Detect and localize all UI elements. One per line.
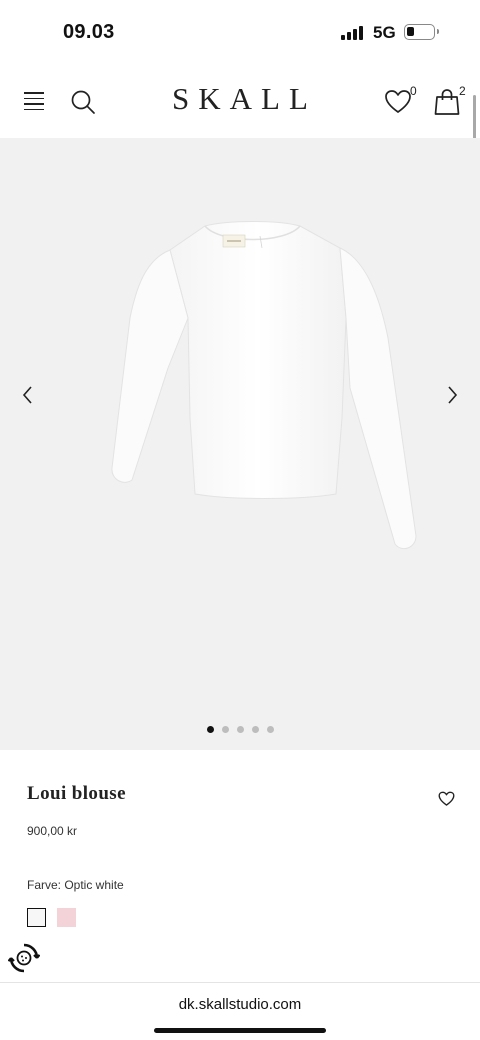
shopping-bag-icon[interactable] xyxy=(434,88,460,116)
status-time: 09.03 xyxy=(63,21,115,43)
cookie-consent-icon[interactable] xyxy=(8,942,40,974)
home-indicator[interactable] xyxy=(154,1028,326,1033)
gallery-dot[interactable] xyxy=(221,726,229,733)
product-price: 900,00 kr xyxy=(27,824,78,838)
wishlist-count: 0 xyxy=(410,84,417,98)
chevron-left-icon[interactable] xyxy=(16,383,40,407)
color-swatch-pink[interactable] xyxy=(57,908,76,927)
browser-address-bar: dk.skallstudio.com xyxy=(0,982,480,1040)
heart-icon[interactable] xyxy=(438,791,455,807)
product-title: Loui blouse xyxy=(27,783,126,804)
heart-icon[interactable] xyxy=(384,89,412,115)
chevron-right-icon[interactable] xyxy=(440,383,464,407)
color-label: Farve: Optic white xyxy=(27,878,124,892)
site-header: SKALL 0 2 xyxy=(0,64,480,138)
gallery-dot[interactable] xyxy=(251,726,259,733)
url-field[interactable]: dk.skallstudio.com xyxy=(0,996,480,1013)
network-type: 5G xyxy=(373,23,396,42)
signal-strength-icon xyxy=(341,26,363,40)
battery-icon xyxy=(404,24,439,40)
gallery-dot[interactable] xyxy=(236,726,244,733)
color-swatch-optic-white[interactable] xyxy=(27,908,46,927)
status-bar: 09.03 5G xyxy=(0,0,480,64)
gallery-dot[interactable] xyxy=(266,726,274,733)
bag-count: 2 xyxy=(459,84,466,98)
product-gallery[interactable] xyxy=(0,138,480,750)
product-image[interactable] xyxy=(110,218,420,568)
battery-fill xyxy=(407,27,414,36)
gallery-dot[interactable] xyxy=(206,726,214,733)
gallery-pagination xyxy=(0,726,480,733)
